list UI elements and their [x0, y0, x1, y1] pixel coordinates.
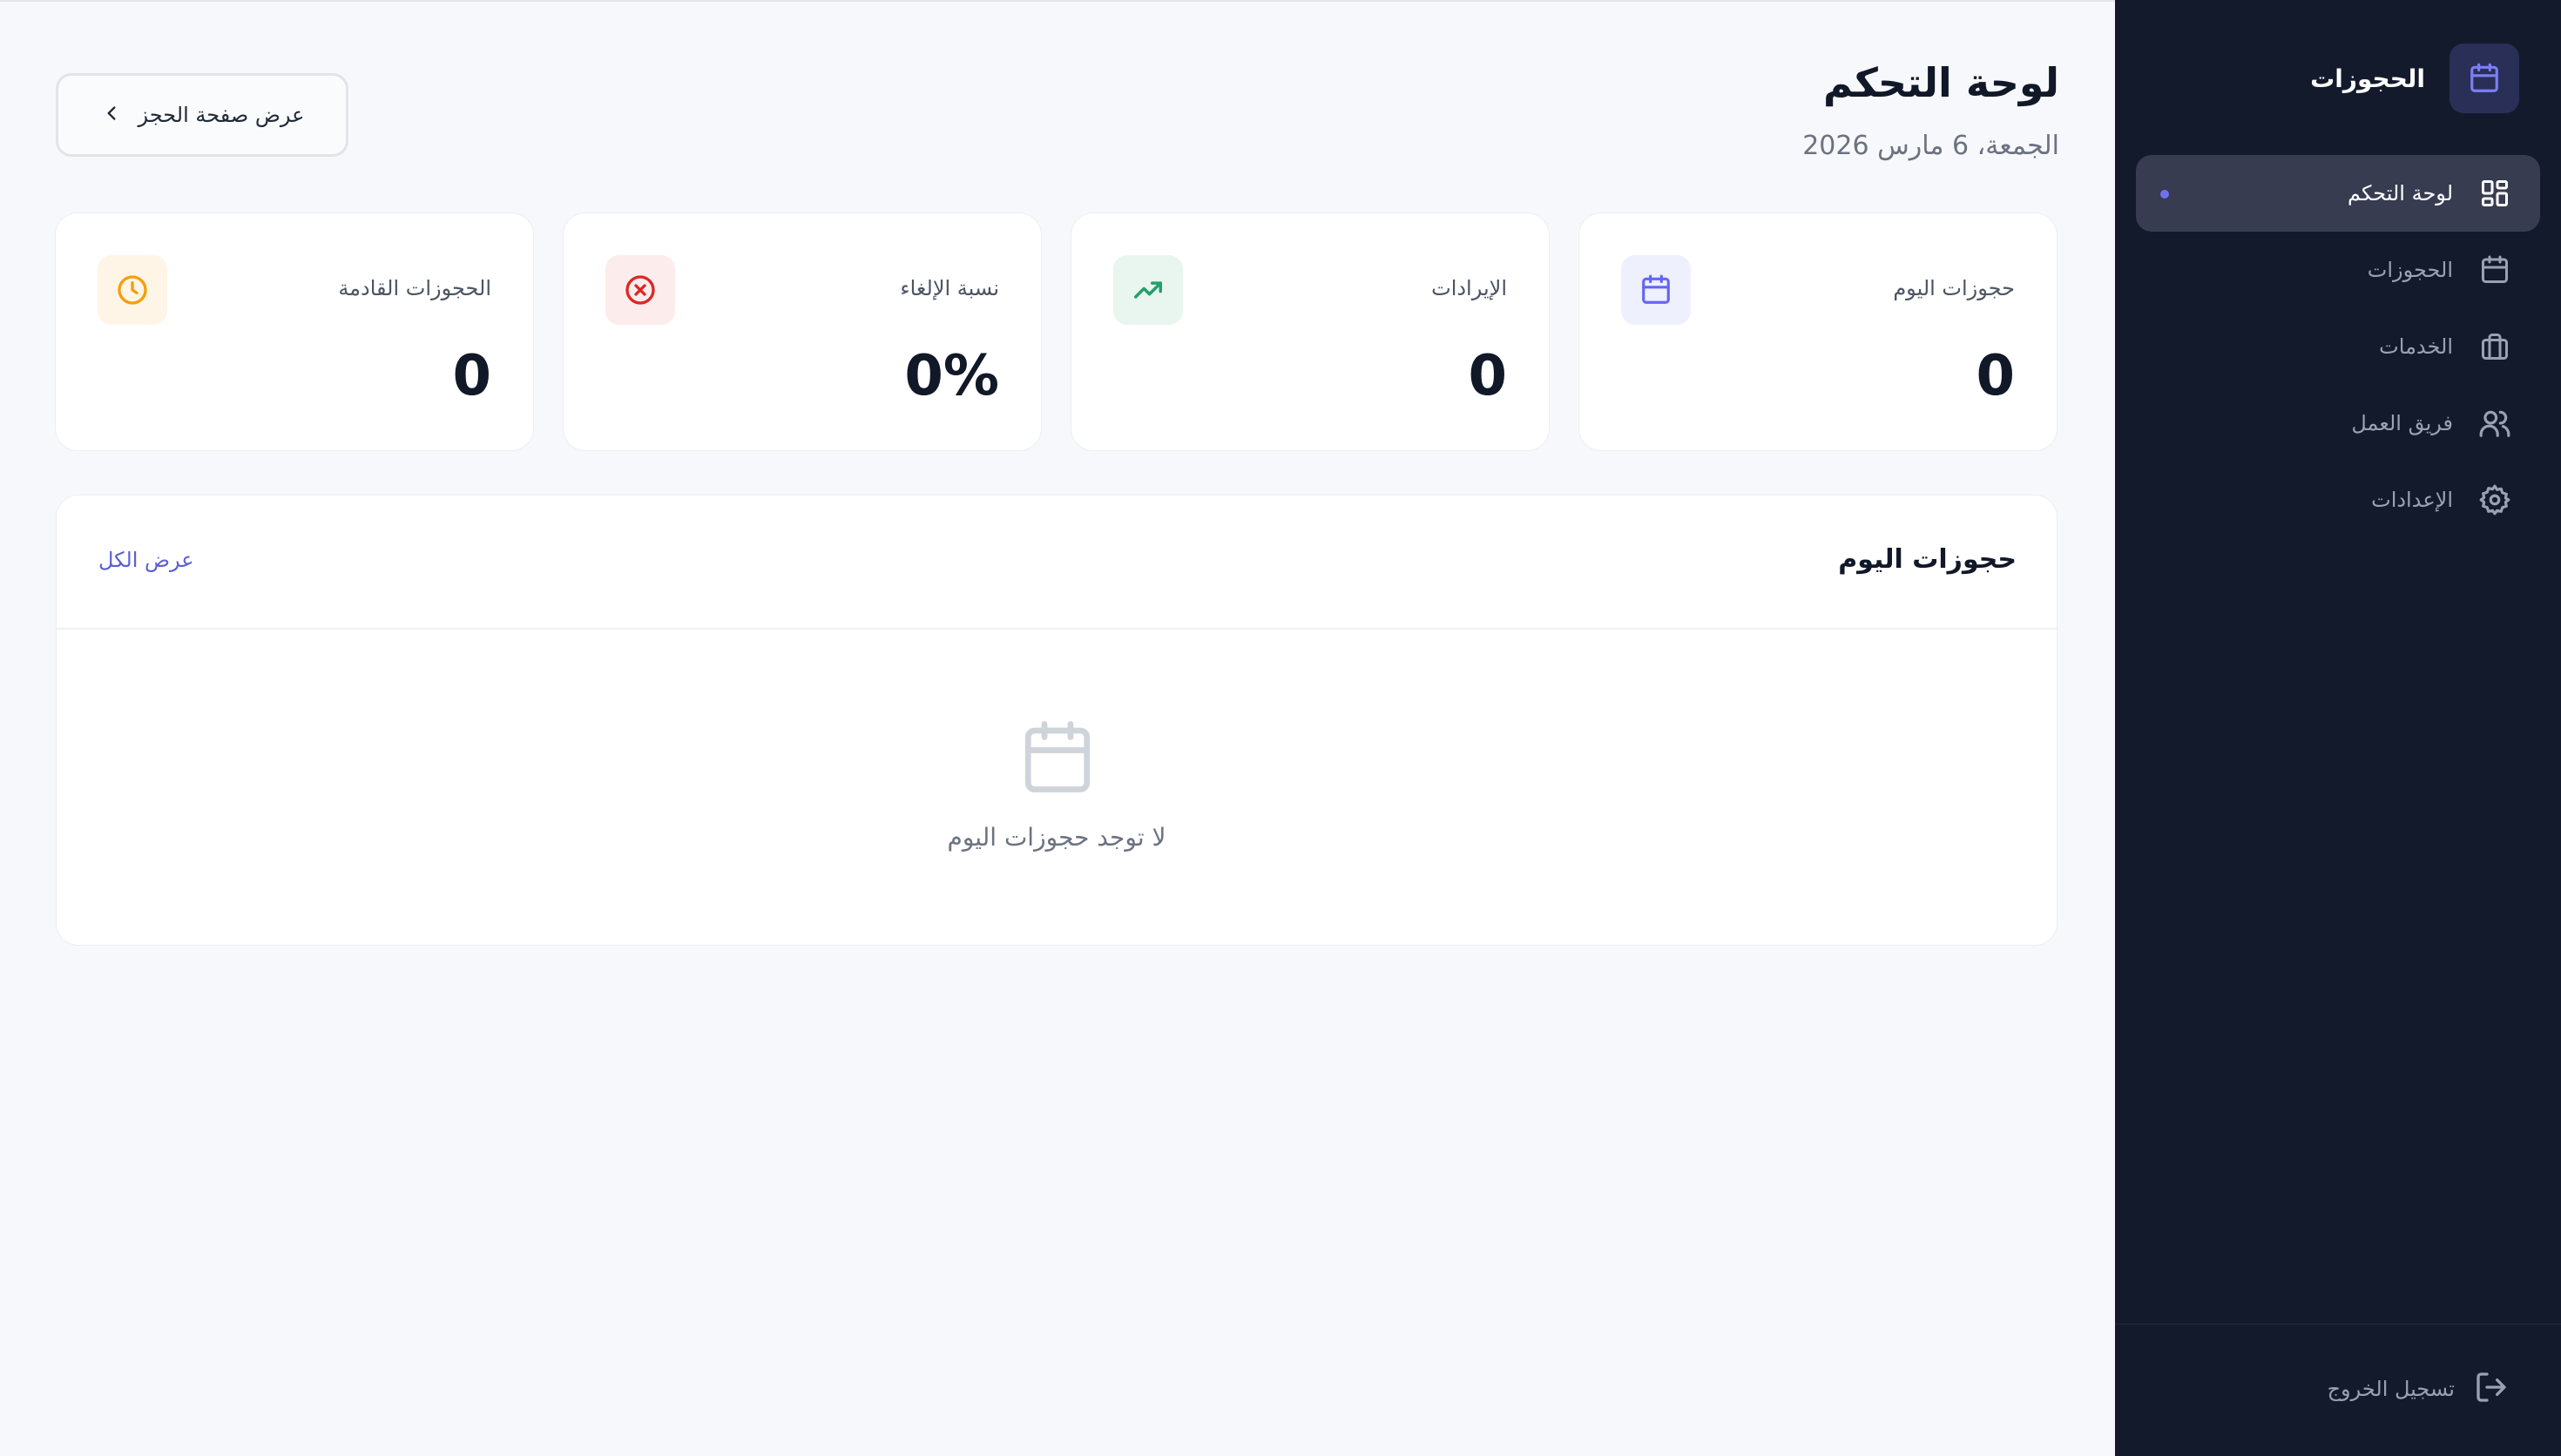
stat-card-today-bookings: حجوزات اليوم 0 — [1578, 212, 2058, 451]
sidebar-item-dashboard[interactable]: لوحة التحكم — [2136, 155, 2540, 232]
sidebar: الحجوزات لوحة التحكم الحجوزات الخدمات فر… — [2115, 0, 2561, 1456]
stat-value: 0 — [1976, 344, 2015, 408]
logout-icon — [2474, 1370, 2509, 1408]
x-circle-icon — [605, 255, 675, 325]
calendar-icon — [1621, 255, 1691, 325]
sidebar-footer: تسجيل الخروج — [2115, 1324, 2561, 1456]
stat-value: 0 — [1468, 344, 1507, 408]
users-icon — [2477, 406, 2512, 441]
logout-label: تسجيل الخروج — [2327, 1377, 2455, 1401]
view-all-link[interactable]: عرض الكل — [98, 548, 194, 572]
page-date: الجمعة، 6 مارس 2026 — [1802, 131, 2059, 161]
view-booking-page-label: عرض صفحة الحجز — [138, 103, 305, 127]
dashboard-grid-icon — [2477, 176, 2512, 211]
sidebar-nav: لوحة التحكم الحجوزات الخدمات فريق العمل — [2136, 155, 2540, 538]
empty-state-text: لا توجد حجوزات اليوم — [947, 823, 1166, 852]
briefcase-icon — [2477, 329, 2512, 364]
active-indicator-dot — [2160, 190, 2169, 199]
stats-cards: حجوزات اليوم 0 الإيرادات 0 نسبة الإلغاء … — [55, 212, 2058, 451]
stat-card-upcoming-bookings: الحجوزات القادمة 0 — [55, 212, 534, 451]
sidebar-item-label: الحجوزات — [2367, 258, 2453, 282]
today-bookings-panel: حجوزات اليوم عرض الكل لا توجد حجوزات الي… — [56, 495, 2058, 946]
calendar-icon — [2450, 44, 2519, 113]
stat-label: الإيرادات — [1431, 276, 1507, 300]
stat-label: حجوزات اليوم — [1893, 276, 2015, 300]
stat-label: الحجوزات القادمة — [338, 276, 491, 300]
gear-icon — [2477, 482, 2512, 517]
stat-card-revenue: الإيرادات 0 — [1071, 212, 1550, 451]
panel-title: حجوزات اليوم — [1838, 544, 2017, 575]
sidebar-item-settings[interactable]: الإعدادات — [2136, 462, 2540, 538]
stat-label: نسبة الإلغاء — [900, 276, 999, 300]
sidebar-item-label: فريق العمل — [2351, 411, 2453, 435]
chevron-left-icon — [100, 102, 123, 128]
sidebar-item-label: الخدمات — [2379, 334, 2453, 359]
brand: الحجوزات — [2310, 44, 2519, 113]
brand-name: الحجوزات — [2310, 64, 2425, 93]
trending-up-icon — [1113, 255, 1183, 325]
main-content: لوحة التحكم الجمعة، 6 مارس 2026 عرض صفحة… — [0, 0, 2115, 1456]
sidebar-item-team[interactable]: فريق العمل — [2136, 385, 2540, 462]
panel-header: حجوزات اليوم عرض الكل — [57, 495, 2057, 630]
sidebar-item-services[interactable]: الخدمات — [2136, 308, 2540, 385]
sidebar-item-label: لوحة التحكم — [2348, 181, 2453, 206]
logout-button[interactable]: تسجيل الخروج — [2328, 1370, 2509, 1408]
stat-value: 0% — [904, 344, 999, 408]
page-title: لوحة التحكم — [1823, 59, 2059, 106]
empty-calendar-icon — [1018, 715, 1097, 799]
calendar-icon — [2477, 253, 2512, 287]
stat-card-cancellation-rate: نسبة الإلغاء 0% — [563, 212, 1042, 451]
view-booking-page-button[interactable]: عرض صفحة الحجز — [56, 73, 348, 157]
sidebar-item-label: الإعدادات — [2371, 488, 2453, 512]
sidebar-item-bookings[interactable]: الحجوزات — [2136, 232, 2540, 308]
stat-value: 0 — [452, 344, 491, 408]
clock-icon — [98, 255, 167, 325]
